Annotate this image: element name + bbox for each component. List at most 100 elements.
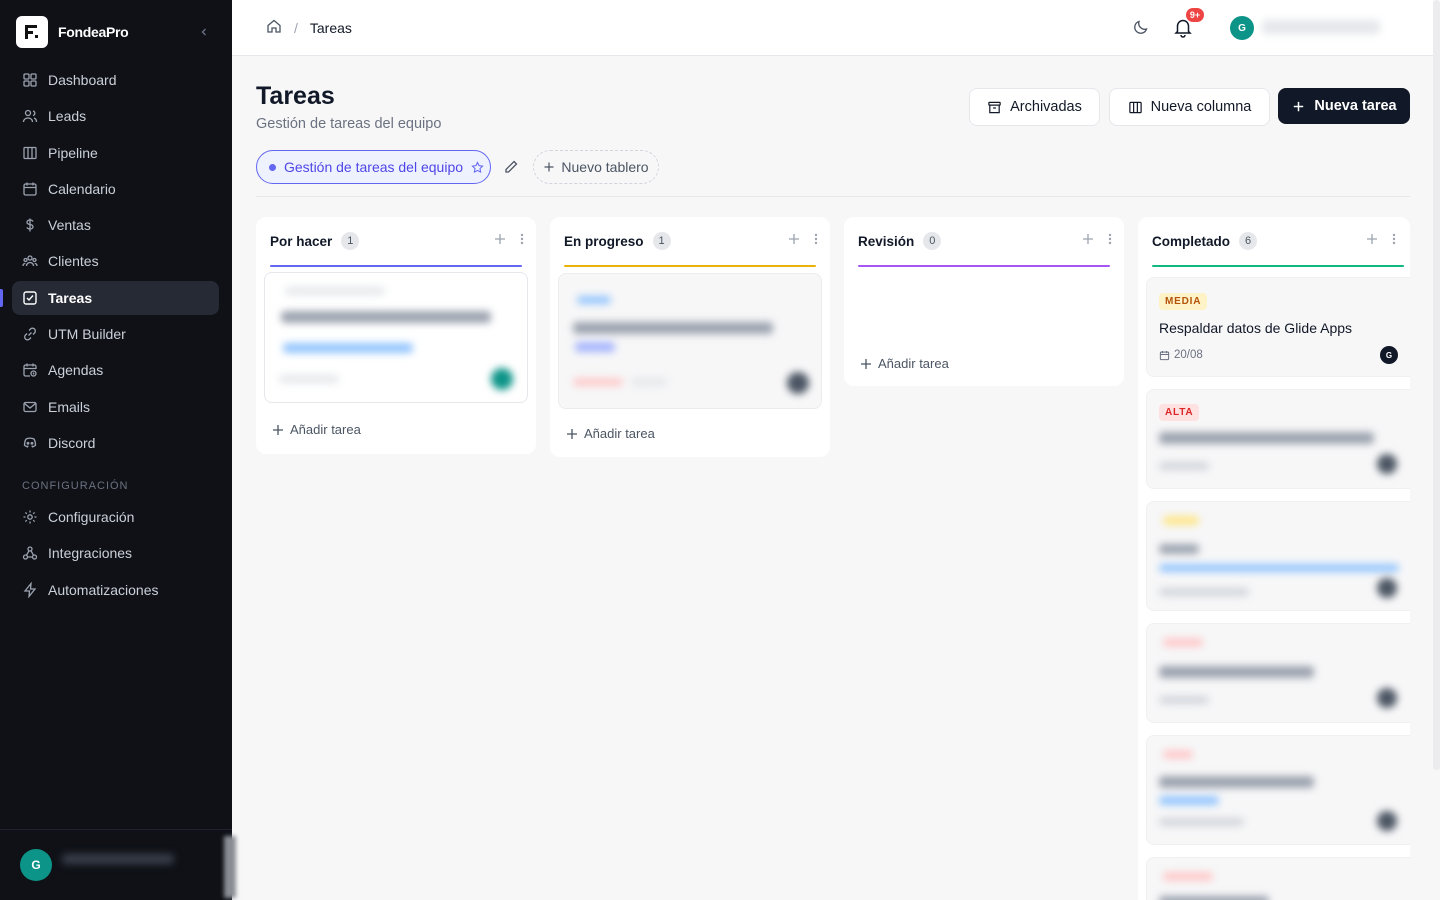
new-task-button[interactable]: Nueva tarea	[1278, 88, 1410, 124]
sidebar-item-pipeline[interactable]: Pipeline	[12, 136, 219, 170]
new-column-button[interactable]: Nueva columna	[1109, 88, 1270, 126]
sidebar-item-dashboard[interactable]: Dashboard	[12, 63, 219, 97]
sidebar-item-automatizaciones[interactable]: Automatizaciones	[12, 573, 219, 607]
home-icon[interactable]	[266, 18, 282, 37]
dollar-icon	[26, 218, 34, 232]
plus-icon	[273, 424, 283, 435]
redacted	[279, 375, 339, 383]
add-task-button[interactable]: Añadir tarea	[860, 356, 949, 371]
add-icon[interactable]	[788, 233, 800, 245]
column-actions	[1082, 233, 1112, 245]
column-header: Completado 6	[1138, 217, 1410, 265]
column-actions	[788, 233, 818, 245]
column-count: 6	[1239, 232, 1258, 250]
column-title: Revisión	[858, 233, 915, 249]
calendar-icon	[1159, 350, 1170, 360]
more-vertical-icon[interactable]	[814, 233, 818, 245]
more-vertical-icon[interactable]	[1108, 233, 1112, 245]
add-task-button[interactable]: Añadir tarea	[272, 422, 361, 437]
user-avatar: G	[20, 849, 52, 881]
task-card[interactable]	[558, 273, 822, 409]
breadcrumb-separator: /	[294, 19, 298, 36]
calendar-clock-icon	[23, 363, 37, 378]
new-board-button[interactable]: Nuevo tablero	[533, 150, 659, 184]
sidebar-item-label: Tareas	[48, 289, 93, 306]
sidebar-item-discord[interactable]: Discord	[12, 426, 219, 460]
task-card[interactable]: MEDIA Respaldar datos de Glide Apps 20/0…	[1146, 277, 1410, 377]
moon-icon[interactable]	[1132, 18, 1150, 41]
sidebar-item-integraciones[interactable]: Integraciones	[12, 536, 219, 570]
webhook-icon	[22, 546, 38, 560]
redacted	[1159, 666, 1314, 678]
add-icon[interactable]	[1366, 233, 1378, 245]
column-accent-line	[564, 265, 816, 267]
sidebar-item-label: Calendario	[48, 180, 116, 197]
archived-button-label: Archivadas	[1010, 99, 1082, 115]
discord-icon	[23, 437, 37, 448]
kanban-icon	[23, 146, 37, 159]
main-nav: Dashboard Leads Pipeline Calendario Vent…	[0, 63, 219, 462]
sidebar-item-emails[interactable]: Emails	[12, 390, 219, 424]
sidebar-item-calendario[interactable]: Calendario	[12, 172, 219, 206]
column-title: Por hacer	[270, 233, 333, 249]
task-card[interactable]	[264, 272, 528, 403]
new-task-button-label: Nueva tarea	[1314, 98, 1397, 114]
task-card[interactable]	[1146, 501, 1410, 611]
sidebar-item-label: Dashboard	[48, 72, 117, 88]
sidebar-footer[interactable]: G	[0, 829, 236, 900]
column-revision: Revisión 0 Añadir tarea	[844, 217, 1124, 386]
sidebar-item-configuracion[interactable]: Configuración	[12, 500, 219, 534]
bolt-icon	[23, 581, 37, 598]
sidebar-item-label: Configuración	[48, 509, 135, 525]
task-card[interactable]	[1146, 857, 1410, 900]
config-section-label: CONFIGURACIÓN	[22, 480, 129, 492]
task-card[interactable]	[1146, 735, 1410, 845]
edit-board-pencil-icon[interactable]	[503, 159, 519, 180]
add-task-button[interactable]: Añadir tarea	[566, 426, 655, 441]
sidebar-item-utm-builder[interactable]: UTM Builder	[12, 317, 219, 351]
new-board-label: Nuevo tablero	[561, 159, 649, 175]
archive-icon	[988, 101, 1001, 113]
sidebar-item-ventas[interactable]: Ventas	[12, 208, 219, 242]
mail-icon	[23, 401, 37, 412]
sidebar-item-label: Leads	[48, 108, 87, 125]
sidebar-item-label: Integraciones	[48, 545, 133, 562]
footer-edge-shadow	[224, 836, 236, 898]
redacted	[1163, 516, 1199, 525]
board-tab-active[interactable]: Gestión de tareas del equipo	[256, 150, 491, 184]
gear-icon	[23, 510, 37, 524]
more-vertical-icon[interactable]	[1392, 233, 1396, 245]
topbar-user-name-redacted	[1262, 20, 1380, 34]
add-task-label: Añadir tarea	[290, 422, 361, 437]
column-actions	[494, 233, 524, 245]
column-accent-line	[1152, 265, 1404, 267]
sidebar-item-tareas[interactable]: Tareas	[0, 280, 219, 315]
sidebar-item-leads[interactable]: Leads	[12, 99, 219, 133]
star-icon[interactable]	[471, 160, 484, 174]
page-scrollbar[interactable]	[1433, 0, 1440, 770]
archived-button[interactable]: Archivadas	[969, 88, 1100, 126]
redacted	[1159, 432, 1374, 444]
add-icon[interactable]	[494, 233, 506, 245]
link-icon	[24, 327, 36, 341]
brand-name: FondeaPro	[58, 24, 129, 40]
redacted	[283, 343, 413, 353]
assignee-avatar: G	[1380, 346, 1398, 364]
task-card[interactable]: ALTA	[1146, 389, 1410, 489]
clients-icon	[22, 255, 38, 267]
redacted	[1163, 750, 1193, 759]
add-icon[interactable]	[1082, 233, 1094, 245]
collapse-sidebar-icon[interactable]	[196, 24, 212, 40]
brand[interactable]: FondeaPro	[16, 16, 129, 48]
sidebar-item-clientes[interactable]: Clientes	[12, 244, 219, 278]
task-card[interactable]	[1146, 623, 1410, 723]
redacted	[1159, 588, 1249, 596]
redacted	[281, 311, 491, 323]
columns-icon	[1128, 101, 1142, 113]
column-title: En progreso	[564, 233, 644, 249]
topbar-avatar[interactable]: G	[1230, 16, 1254, 40]
redacted	[1159, 776, 1314, 788]
sidebar-item-label: Clientes	[48, 253, 99, 270]
sidebar-item-agendas[interactable]: Agendas	[12, 353, 219, 387]
more-vertical-icon[interactable]	[520, 233, 524, 245]
